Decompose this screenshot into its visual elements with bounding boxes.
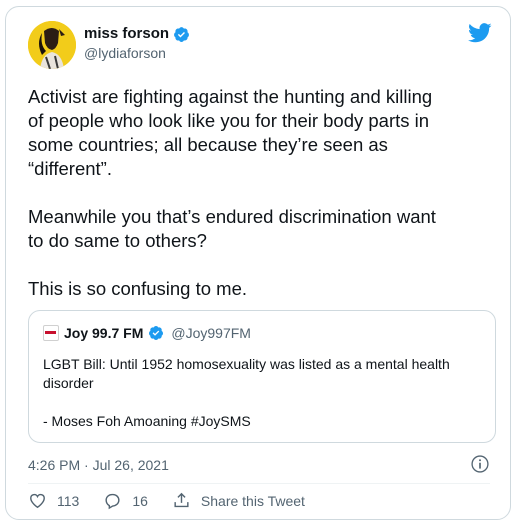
reply-count: 16 <box>132 492 148 509</box>
quoted-author-name: Joy 99.7 FM <box>64 325 144 341</box>
tweet-text: Activist are fighting against the huntin… <box>28 86 436 299</box>
verified-badge-icon <box>174 26 189 42</box>
verified-badge-icon <box>149 326 164 340</box>
reply-icon <box>105 493 120 510</box>
quoted-tweet[interactable]: Joy 99.7 FM @Joy997FM LGBT Bill: Until 1… <box>28 310 496 443</box>
share-button[interactable]: Share this Tweet <box>172 491 305 510</box>
heart-icon <box>30 493 45 509</box>
divider <box>28 483 490 484</box>
tweet-timestamp[interactable]: 4:26 PM · Jul 26, 2021 <box>28 457 169 473</box>
share-label: Share this Tweet <box>200 492 305 509</box>
author-handle[interactable]: @lydiaforson <box>84 45 190 61</box>
like-button[interactable]: 113 <box>28 491 79 510</box>
quoted-author-handle: @Joy997FM <box>171 325 251 341</box>
tweet-card[interactable]: miss forson @lydiaforson Activist are fi… <box>5 6 511 520</box>
quoted-tweet-text: LGBT Bill: Until 1952 homosexuality was … <box>43 356 450 429</box>
share-icon <box>174 492 189 508</box>
avatar[interactable] <box>28 21 76 69</box>
like-count: 113 <box>57 492 80 509</box>
author-name[interactable]: miss forson <box>84 25 169 43</box>
reply-button[interactable]: 16 <box>103 491 148 510</box>
twitter-bird-icon[interactable] <box>468 23 492 43</box>
quoted-avatar <box>43 325 59 341</box>
info-icon[interactable] <box>470 454 490 474</box>
